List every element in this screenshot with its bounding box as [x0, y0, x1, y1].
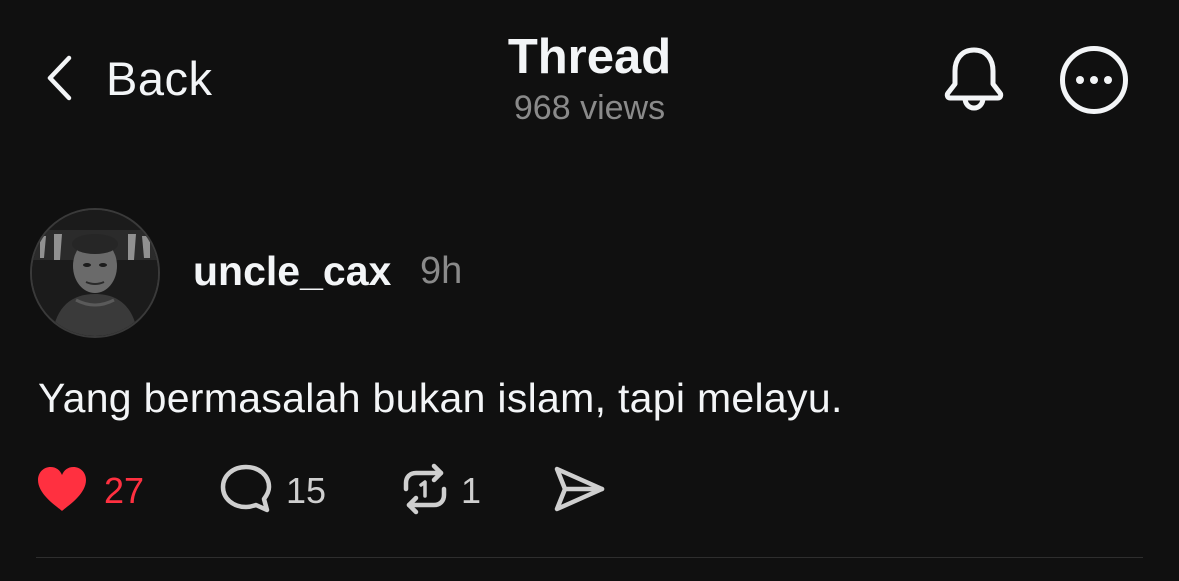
bell-icon [942, 47, 1006, 116]
repost-count: 1 [461, 470, 482, 511]
post-text: Yang bermasalah bukan islam, tapi melayu… [38, 375, 843, 421]
heart-icon [36, 465, 88, 518]
profile-photo [32, 210, 158, 336]
comment-icon [220, 463, 272, 520]
username[interactable]: uncle_cax [193, 248, 391, 295]
notifications-button[interactable] [942, 44, 1006, 117]
post-timestamp: 9h [420, 250, 463, 292]
reply-button[interactable]: 15 [220, 463, 327, 520]
like-button[interactable]: 27 [36, 465, 144, 517]
repost-button[interactable]: 1 [399, 463, 482, 520]
post-author [30, 208, 160, 338]
repost-icon [399, 463, 451, 520]
divider [36, 557, 1143, 558]
reply-count: 15 [286, 470, 327, 511]
more-options-button[interactable] [1058, 44, 1130, 121]
more-icon [1058, 46, 1130, 120]
send-icon [552, 463, 606, 520]
share-button[interactable] [552, 465, 606, 517]
avatar[interactable] [30, 208, 160, 338]
like-count: 27 [104, 470, 145, 511]
